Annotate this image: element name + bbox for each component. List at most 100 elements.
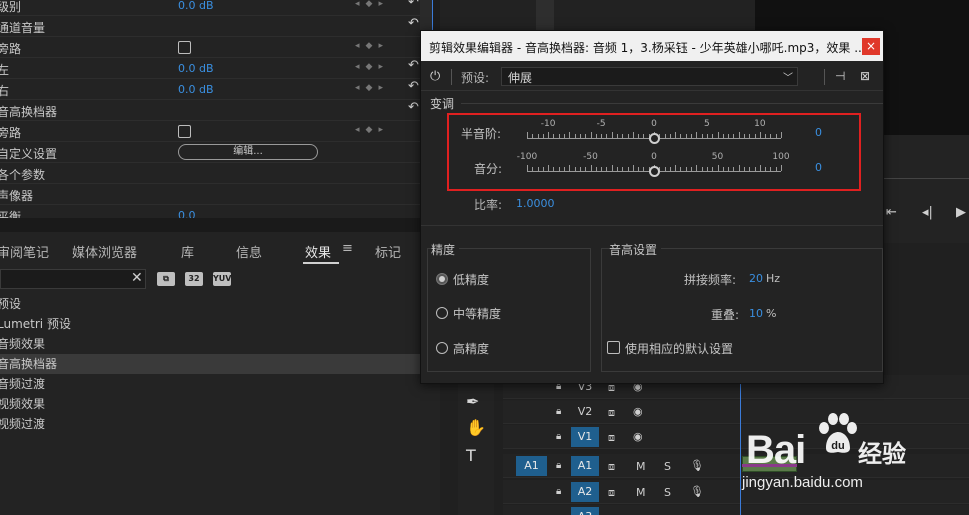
tab-media-browser[interactable]: 媒体浏览器 (72, 242, 137, 261)
lock-icon[interactable]: 🔒︎ (556, 431, 561, 442)
sync-lock-icon[interactable]: ⧈ (608, 431, 615, 445)
precision-medium-label[interactable]: 中等精度 (453, 305, 501, 322)
clip-effect-editor-dialog: 剪辑效果编辑器 - 音高换档器: 音频 1，3.杨采钰 - 少年英雄小哪吒.mp… (420, 30, 884, 384)
solo-button[interactable]: S (664, 460, 671, 473)
eye-icon[interactable]: ◉ (633, 430, 643, 443)
reset-icon[interactable]: ↶ (408, 100, 419, 115)
panel-menu-icon[interactable]: ≡ (342, 241, 353, 256)
step-back-icon[interactable]: ⇤ (886, 205, 897, 220)
keyframe-nav-icon[interactable]: ◂◆▸ (355, 83, 415, 95)
reset-icon[interactable]: ↶ (408, 58, 419, 73)
track-label[interactable]: V2 (571, 402, 599, 422)
right-value[interactable]: 0.0 dB (178, 83, 214, 96)
track-label[interactable]: V1 (571, 427, 599, 447)
watermark-brand: Bai (746, 428, 806, 472)
bypass-checkbox[interactable] (178, 41, 191, 54)
power-icon[interactable]: ⏻ (430, 69, 440, 84)
list-item-presets[interactable]: 预设 (0, 294, 437, 314)
track-label[interactable]: A3 (571, 507, 599, 515)
program-ruler[interactable] (884, 178, 969, 186)
reset-icon[interactable]: ↶ (408, 0, 419, 10)
close-button[interactable]: × (862, 38, 880, 55)
default-settings-label[interactable]: 使用相应的默认设置 (625, 340, 733, 357)
precision-high-label[interactable]: 高精度 (453, 340, 489, 357)
left-value[interactable]: 0.0 dB (178, 62, 214, 75)
fx-row-channel-volume[interactable]: 通道音量 ↶ (0, 16, 420, 37)
keyframe-nav-icon[interactable]: ◂◆▸ (355, 41, 415, 53)
pen-tool-icon[interactable]: ✒ (466, 392, 479, 411)
list-item-video-effects[interactable]: 视频效果 (0, 394, 437, 414)
track-label[interactable]: A2 (571, 482, 599, 502)
fx-row-parameters[interactable]: 各个参数 (0, 163, 420, 184)
window-icon[interactable]: ⊠ (860, 69, 870, 83)
tab-review-notes[interactable]: 审阅笔记 (0, 242, 49, 261)
reset-icon[interactable]: ↶ (408, 79, 419, 94)
32bit-badge[interactable]: 32 (185, 272, 203, 286)
fx-row-left[interactable]: 左 0.0 dB ◂◆▸ ↶ (0, 58, 420, 79)
precision-low-radio[interactable] (436, 273, 448, 285)
keyframe-nav-icon[interactable]: ◂◆▸ (355, 0, 415, 11)
default-settings-checkbox[interactable] (607, 341, 620, 354)
list-item-audio-effects[interactable]: 音频效果 (0, 334, 437, 354)
fx-row-pitch-shifter[interactable]: 音高换档器 ↶ (0, 100, 420, 121)
keyframe-nav-icon[interactable]: ◂◆▸ (355, 62, 415, 74)
accelerated-effects-icon[interactable]: ⧉ (157, 272, 175, 286)
panel-scrollbar[interactable] (536, 0, 554, 30)
preset-select[interactable] (501, 67, 798, 86)
precision-low-label[interactable]: 低精度 (453, 271, 489, 288)
list-item-video-transitions[interactable]: 视频过渡 (0, 414, 437, 434)
clear-search-icon[interactable]: ✕ (131, 270, 143, 286)
tab-info[interactable]: 信息 (236, 242, 262, 261)
fx-row-bypass-2[interactable]: 旁路 ◂◆▸ (0, 121, 420, 142)
effects-search-input[interactable] (0, 269, 146, 289)
list-item-pitch-shifter[interactable]: 音高换档器 (0, 354, 437, 374)
sync-lock-icon[interactable]: ⧈ (608, 486, 615, 500)
fx-row-balance[interactable]: 平衡 0.0 (0, 205, 420, 218)
eye-icon[interactable]: ◉ (633, 405, 643, 418)
sync-lock-icon[interactable]: ⧈ (608, 460, 615, 474)
tab-effects[interactable]: 效果 (305, 242, 331, 261)
balance-value[interactable]: 0.0 (178, 209, 196, 218)
tab-libraries[interactable]: 库 (181, 242, 194, 261)
level-value[interactable]: 0.0 dB (178, 0, 214, 12)
tab-markers[interactable]: 标记 (375, 242, 401, 261)
edit-button[interactable]: 编辑... (178, 144, 318, 160)
effect-controls-panel: 级别 0.0 dB ◂◆▸ ↶ 通道音量 ↶ 旁路 ◂◆▸ 左 0.0 dB ◂… (0, 0, 432, 218)
precision-high-radio[interactable] (436, 342, 448, 354)
fx-row-level[interactable]: 级别 0.0 dB ◂◆▸ ↶ (0, 0, 420, 16)
track-label[interactable]: A1 (571, 456, 599, 476)
mute-button[interactable]: M (636, 460, 646, 473)
lock-icon[interactable]: 🔒︎ (556, 406, 561, 417)
microphone-icon[interactable]: 🎙︎ (690, 485, 704, 498)
hand-tool-icon[interactable]: ✋ (466, 418, 486, 437)
mute-button[interactable]: M (636, 486, 646, 499)
fx-row-custom-setup[interactable]: 自定义设置 编辑... (0, 142, 420, 163)
step-back-frame-icon[interactable]: ◂| (922, 205, 933, 220)
overlap-value[interactable]: 10 (749, 307, 763, 320)
lock-icon[interactable]: 🔒︎ (556, 460, 561, 471)
sync-lock-icon[interactable]: ⧈ (608, 406, 615, 420)
routing-icon[interactable]: ⊣ (835, 69, 845, 83)
fx-label: 自定义设置 (0, 147, 58, 161)
lock-icon[interactable]: 🔒︎ (556, 486, 561, 497)
panel-divider[interactable] (0, 218, 440, 232)
chevron-down-icon[interactable]: ﹀ (783, 69, 793, 84)
fx-row-right[interactable]: 右 0.0 dB ◂◆▸ ↶ (0, 79, 420, 100)
fx-label: 通道音量 (0, 21, 46, 35)
microphone-icon[interactable]: 🎙︎ (690, 459, 704, 472)
fx-row-panner[interactable]: 声像器 (0, 184, 420, 205)
play-icon[interactable]: ▶ (956, 205, 966, 220)
keyframe-nav-icon[interactable]: ◂◆▸ (355, 125, 415, 137)
precision-medium-radio[interactable] (436, 307, 448, 319)
list-item-lumetri[interactable]: Lumetri 预设 (0, 314, 437, 334)
yuv-badge[interactable]: YUV (213, 272, 231, 286)
source-patch-a1[interactable]: A1 (516, 456, 547, 476)
splice-value[interactable]: 20 (749, 272, 763, 285)
fx-row-bypass[interactable]: 旁路 ◂◆▸ (0, 37, 420, 58)
bypass-checkbox[interactable] (178, 125, 191, 138)
timeline-playhead[interactable] (740, 378, 741, 515)
type-tool-icon[interactable]: T (466, 446, 476, 465)
solo-button[interactable]: S (664, 486, 671, 499)
reset-icon[interactable]: ↶ (408, 16, 419, 31)
list-item-audio-transitions[interactable]: 音频过渡 (0, 374, 437, 394)
